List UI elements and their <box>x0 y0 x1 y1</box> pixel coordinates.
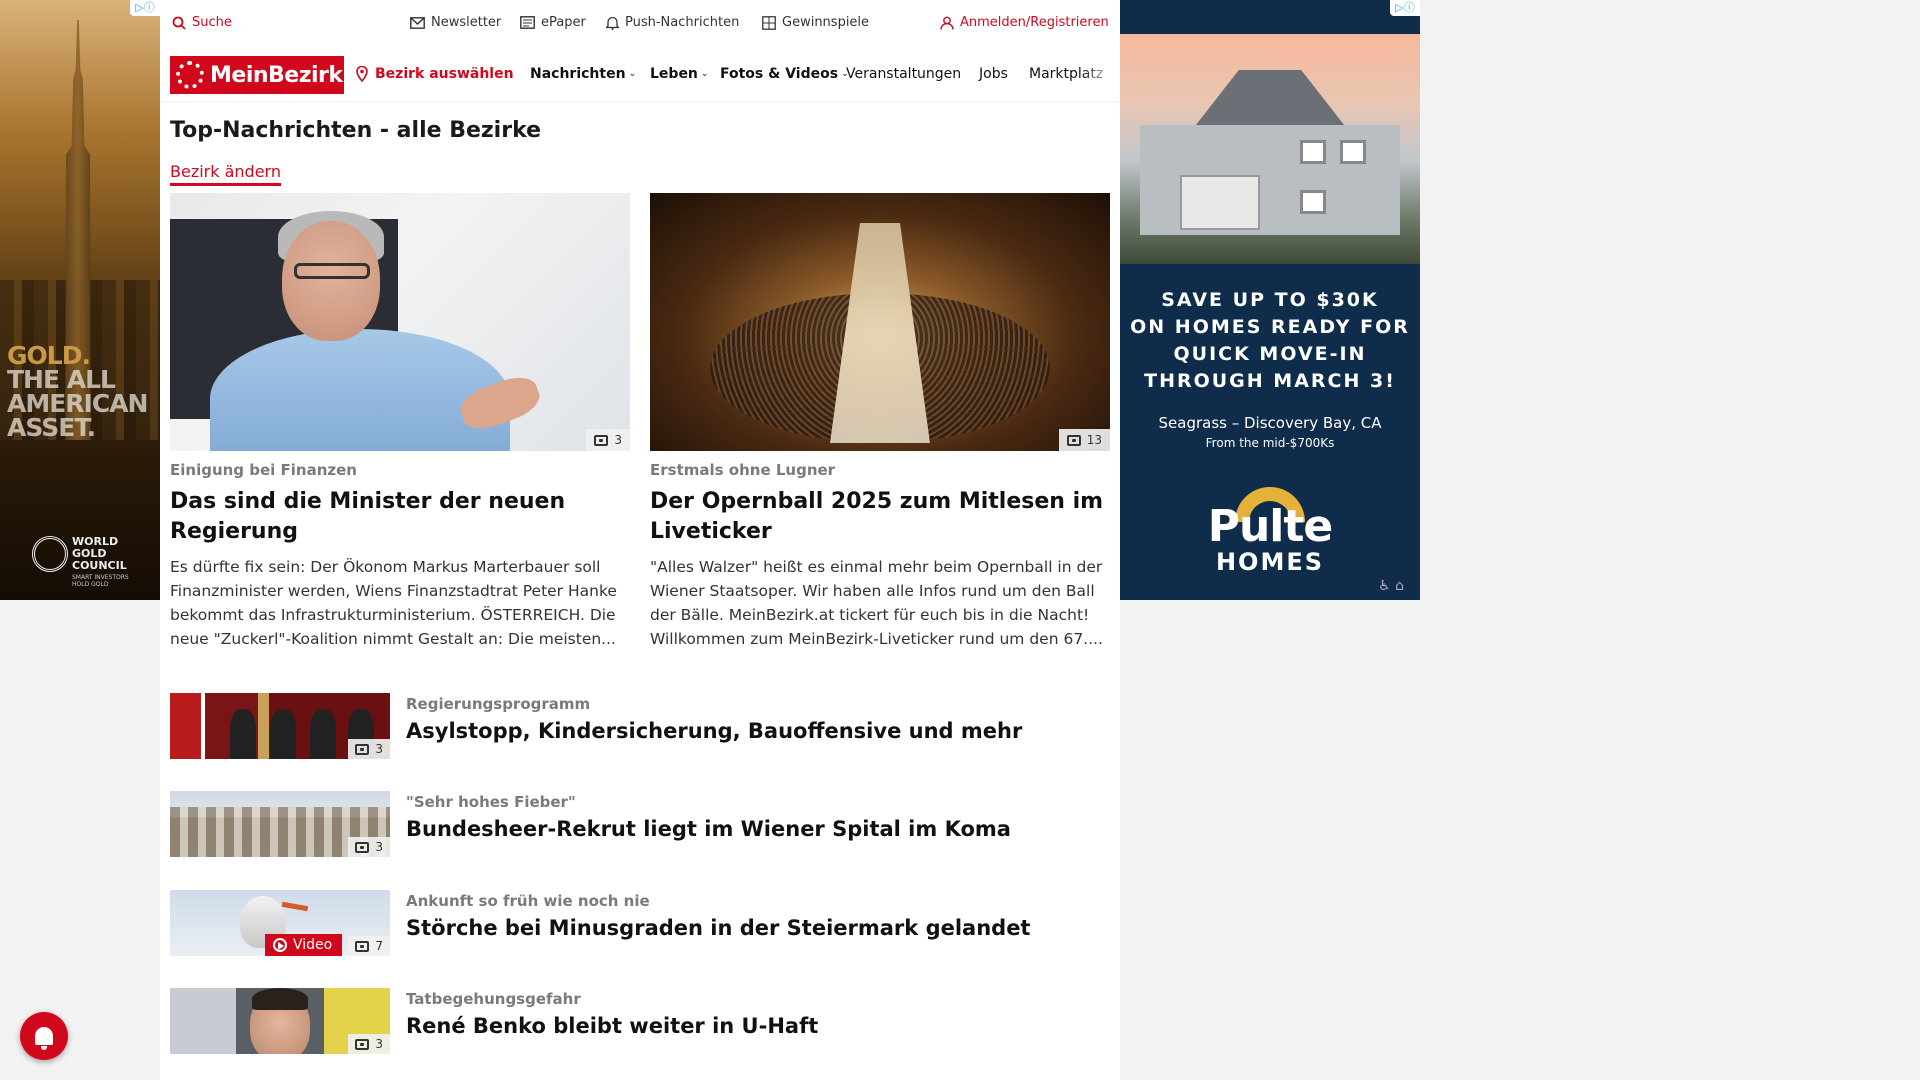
photo-count-badge: 3 <box>348 1034 390 1054</box>
gewinnspiele-link[interactable]: Gewinnspiele <box>762 15 869 30</box>
adchoices-icon[interactable]: ▷ⓘ <box>130 0 160 16</box>
bell-icon <box>606 16 619 30</box>
page-title: Top-Nachrichten - alle Bezirke <box>170 118 542 143</box>
photo-count-badge: 13 <box>1058 429 1110 451</box>
photo-count-badge: 3 <box>348 837 390 857</box>
chevron-down-icon: ⌄ <box>700 69 709 79</box>
adchoices-icon[interactable]: ▷ⓘ <box>1390 0 1420 16</box>
left-ad-banner[interactable]: GOLD. THE ALL AMERICAN ASSET. WORLD GOLD… <box>0 0 160 600</box>
nav-jobs[interactable]: Jobs <box>979 66 1008 82</box>
article-image[interactable]: 13 <box>650 193 1110 451</box>
newsletter-link[interactable]: Newsletter <box>410 15 501 30</box>
nav-veranstaltungen-label: Veranstaltungen <box>846 66 962 82</box>
ad-brand-sub: HOMES <box>1215 548 1325 576</box>
accessibility-housing-icons: ♿ ⌂ <box>1378 578 1404 594</box>
location-pin-icon <box>356 66 368 82</box>
camera-icon <box>1066 434 1081 446</box>
chevron-down-icon: ⌄ <box>628 69 637 79</box>
login-label: Anmelden/Registrieren <box>960 15 1109 30</box>
gewinnspiele-label: Gewinnspiele <box>782 15 870 30</box>
wgc-logo-icon <box>32 536 68 572</box>
nav-leben-label: Leben <box>650 66 698 82</box>
epaper-label: ePaper <box>541 15 586 30</box>
article-headline[interactable]: Der Opernball 2025 zum Mitlesen im Livet… <box>650 487 1110 547</box>
article-kicker: Ankunft so früh wie noch nie <box>406 892 650 910</box>
article-headline[interactable]: Bundesheer-Rekrut liegt im Wiener Spital… <box>406 817 1011 841</box>
logo-text: MeinBezirk <box>210 62 343 88</box>
photo-count-badge: 3 <box>586 429 630 451</box>
article-headline[interactable]: René Benko bleibt weiter in U-Haft <box>406 1014 818 1038</box>
ad-org-name: WORLD GOLD COUNCIL <box>72 535 127 572</box>
top-utility-bar: Suche Newsletter ePaper Push-Nachrichten… <box>160 0 1120 46</box>
photo-count-badge: 3 <box>348 739 390 759</box>
nav-jobs-label: Jobs <box>979 66 1008 82</box>
search-icon <box>172 16 186 30</box>
nav-overflow-fade <box>1080 60 1120 90</box>
camera-icon <box>355 1038 370 1050</box>
nav-fotos-label: Fotos & Videos <box>720 66 839 82</box>
change-bezirk-link[interactable]: Bezirk ändern <box>170 162 281 186</box>
article-thumbnail[interactable]: 3 <box>170 693 390 759</box>
ad-brand: Pulte <box>1207 501 1334 552</box>
article-teaser: Es dürfte fix sein: Der Ökonom Markus Ma… <box>170 558 617 648</box>
article-teaser: "Alles Walzer" heißt es einmal mehr beim… <box>650 558 1103 648</box>
main-site: Suche Newsletter ePaper Push-Nachrichten… <box>160 0 1120 1080</box>
ad-location: Seagrass – Discovery Bay, CA <box>1158 414 1382 432</box>
nav-nachrichten[interactable]: Nachrichten ⌄ <box>530 66 636 82</box>
article-kicker: "Sehr hohes Fieber" <box>406 793 576 811</box>
article-headline[interactable]: Das sind die Minister der neuen Regierun… <box>170 487 630 547</box>
push-label: Push-Nachrichten <box>625 15 740 30</box>
camera-icon <box>594 434 609 446</box>
ad-price: From the mid-$700Ks <box>1205 436 1335 450</box>
user-icon <box>940 16 954 30</box>
push-notifications-link[interactable]: Push-Nachrichten <box>606 15 739 30</box>
nav-nachrichten-label: Nachrichten <box>530 66 626 82</box>
gift-icon <box>762 15 776 30</box>
logo-flower-icon <box>176 61 204 89</box>
article-headline[interactable]: Störche bei Minusgraden in der Steiermar… <box>406 916 1030 940</box>
article-thumbnail[interactable]: 3 <box>170 988 390 1054</box>
nav-select-bezirk[interactable]: Bezirk auswählen <box>356 66 514 82</box>
photo-count-badge: 7 <box>348 936 390 956</box>
notification-bell-button[interactable] <box>20 1012 68 1060</box>
nav-veranstaltungen[interactable]: Veranstaltungen <box>846 66 961 82</box>
login-link[interactable]: Anmelden/Registrieren <box>940 15 1109 30</box>
camera-icon <box>355 940 370 952</box>
list-item[interactable]: Video 7 Ankunft so früh wie noch nie Stö… <box>170 890 1110 956</box>
play-icon <box>273 938 287 952</box>
search-label: Suche <box>192 15 232 30</box>
article-image[interactable]: 3 <box>170 193 630 451</box>
list-item[interactable]: 3 Regierungsprogramm Asylstopp, Kindersi… <box>170 693 1110 759</box>
featured-article-1[interactable]: 3 Einigung bei Finanzen Das sind die Min… <box>170 193 630 651</box>
camera-icon <box>355 841 370 853</box>
right-ad-banner[interactable]: SAVE UP TO $30K ON HOMES READY FOR QUICK… <box>1120 0 1420 600</box>
meinbezirk-logo[interactable]: MeinBezirk <box>170 56 344 94</box>
search-link[interactable]: Suche <box>172 15 232 30</box>
ad-headline: SAVE UP TO $30K ON HOMES READY FOR QUICK… <box>1130 289 1410 392</box>
list-item[interactable]: 3 "Sehr hohes Fieber" Bundesheer-Rekrut … <box>170 791 1110 857</box>
ad-slogan: GOLD. THE ALL AMERICAN ASSET. <box>7 341 148 442</box>
nav-bezirk-label: Bezirk auswählen <box>375 66 514 82</box>
article-kicker: Tatbegehungsgefahr <box>406 990 581 1008</box>
bell-icon <box>35 1027 53 1050</box>
camera-icon <box>355 743 370 755</box>
list-item[interactable]: 3 Tatbegehungsgefahr René Benko bleibt w… <box>170 988 1110 1054</box>
article-thumbnail[interactable]: 3 <box>170 791 390 857</box>
article-thumbnail[interactable]: Video 7 <box>170 890 390 956</box>
ad-tagline: SMART INVESTORS HOLD GOLD <box>72 574 129 588</box>
epaper-link[interactable]: ePaper <box>520 15 586 30</box>
main-navigation: MeinBezirk Bezirk auswählen Nachrichten … <box>160 46 1120 102</box>
article-headline[interactable]: Asylstopp, Kindersicherung, Bauoffensive… <box>406 719 1022 743</box>
article-kicker: Regierungsprogramm <box>406 695 591 713</box>
newspaper-icon <box>520 16 535 29</box>
newsletter-label: Newsletter <box>431 15 502 30</box>
mail-icon <box>410 16 425 29</box>
featured-article-2[interactable]: 13 Erstmals ohne Lugner Der Opernball 20… <box>650 193 1110 651</box>
video-badge: Video <box>265 934 343 956</box>
article-kicker: Erstmals ohne Lugner <box>650 461 836 479</box>
article-kicker: Einigung bei Finanzen <box>170 461 357 479</box>
nav-leben[interactable]: Leben ⌄ <box>650 66 708 82</box>
nav-fotos-videos[interactable]: Fotos & Videos ⌄ <box>720 66 849 82</box>
